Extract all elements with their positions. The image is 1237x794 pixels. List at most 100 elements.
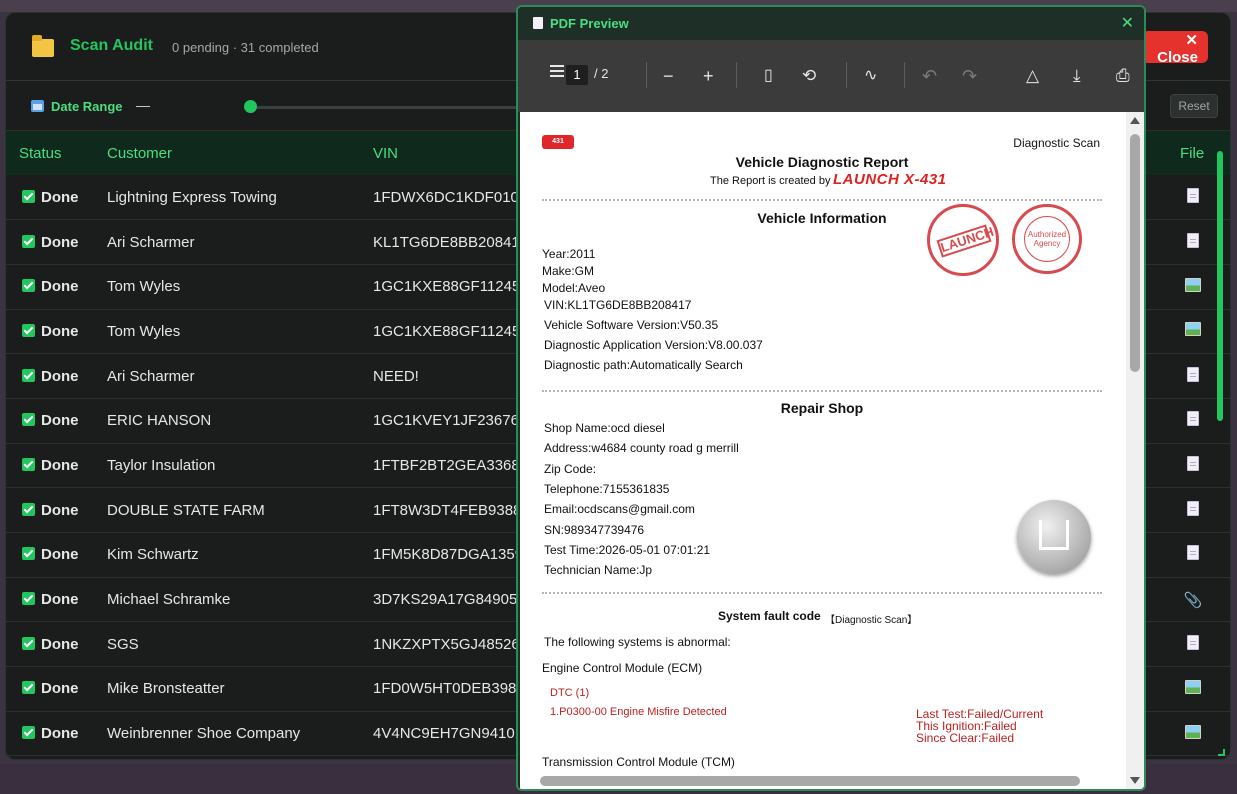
checkbox-checked-icon xyxy=(22,726,35,740)
rotate-icon[interactable]: ⟲ xyxy=(802,65,816,87)
checkbox-checked-icon xyxy=(22,413,35,427)
checkbox-checked-icon xyxy=(22,457,35,471)
doc-header-right: Diagnostic Scan xyxy=(1013,136,1100,150)
checkbox-checked-icon xyxy=(22,279,35,293)
document-file-icon[interactable] xyxy=(1187,634,1199,650)
file-cell[interactable] xyxy=(1150,666,1230,712)
status-text: Done xyxy=(41,635,79,653)
document-file-icon[interactable] xyxy=(1187,411,1199,427)
status-cell: Done xyxy=(6,621,94,668)
reset-button[interactable]: Reset xyxy=(1170,94,1218,118)
status-text: Done xyxy=(41,278,79,296)
status-text: Done xyxy=(41,591,79,609)
customer-cell: Tom Wyles xyxy=(94,309,360,355)
status-cell: Done xyxy=(6,398,94,444)
document-file-icon[interactable] xyxy=(1187,366,1199,382)
status-text: Done xyxy=(41,188,79,206)
zoom-in-icon[interactable]: + xyxy=(703,65,714,87)
download-icon[interactable]: ⤓ xyxy=(1073,65,1081,87)
document-icon xyxy=(533,17,543,29)
pdf-horizontal-scroll-thumb[interactable] xyxy=(540,776,1080,786)
document-file-icon[interactable] xyxy=(1187,187,1199,203)
dtc-since-clear: Since Clear:Failed xyxy=(916,731,1015,745)
status-text: Done xyxy=(41,680,79,698)
document-file-icon[interactable] xyxy=(1187,232,1199,248)
add-shape-icon[interactable]: △ xyxy=(1026,65,1039,87)
repair-shop-line: Test Time:2026-05-01 07:01:21 xyxy=(544,542,711,557)
fit-page-icon[interactable]: ▯ xyxy=(764,65,773,87)
status-text: Done xyxy=(41,322,79,340)
status-cell: Done xyxy=(6,443,94,489)
file-cell[interactable] xyxy=(1150,621,1230,668)
date-range-slider-track[interactable] xyxy=(249,106,524,109)
zoom-out-icon[interactable]: − xyxy=(663,65,674,87)
repair-shop-heading: Repair Shop xyxy=(780,400,864,416)
file-cell[interactable] xyxy=(1150,532,1230,578)
image-file-icon[interactable] xyxy=(1185,277,1201,292)
scroll-down-icon[interactable] xyxy=(1130,777,1140,784)
status-cell: Done xyxy=(6,487,94,533)
repair-shop-line: Shop Name:ocd diesel xyxy=(544,421,665,435)
draw-icon[interactable]: ∿ xyxy=(864,65,877,87)
document-file-icon[interactable] xyxy=(1187,455,1199,471)
repair-shop-line: Telephone:7155361835 xyxy=(544,481,670,496)
document-file-icon[interactable] xyxy=(1187,545,1199,561)
undo-icon[interactable]: ↶ xyxy=(922,65,937,87)
doc-created-by: The Report is created by xyxy=(710,175,831,187)
status-text: Done xyxy=(41,501,79,519)
menu-icon[interactable] xyxy=(550,70,564,72)
file-cell[interactable] xyxy=(1150,487,1230,533)
image-file-icon[interactable] xyxy=(1185,679,1201,694)
pdf-title-bar: PDF Preview ✕ xyxy=(518,7,1144,40)
page-total: / 2 xyxy=(594,66,609,81)
vehicle-info-line: Diagnostic Application Version:V8.00.037 xyxy=(544,338,763,352)
checkbox-checked-icon xyxy=(22,592,35,606)
pdf-vertical-scroll-thumb[interactable] xyxy=(1130,134,1140,372)
print-icon[interactable]: ⎙ xyxy=(1116,65,1130,87)
dotted-divider xyxy=(542,592,1102,594)
audit-scrollbar[interactable] xyxy=(1217,151,1223,421)
paperclip-icon[interactable]: 📎 xyxy=(1184,592,1203,609)
status-cell: Done xyxy=(6,264,94,310)
customer-cell: DOUBLE STATE FARM xyxy=(94,487,360,533)
status-cell: Done xyxy=(6,577,94,623)
scroll-up-icon[interactable] xyxy=(1130,117,1140,124)
pdf-page-view[interactable]: 431 Diagnostic Scan Vehicle Diagnostic R… xyxy=(520,112,1144,789)
vehicle-info-line: VIN:KL1TG6DE8BB208417 xyxy=(544,298,692,312)
document-file-icon[interactable] xyxy=(1187,500,1199,516)
folder-icon xyxy=(32,35,54,57)
column-header-customer[interactable]: Customer xyxy=(94,131,360,175)
vehicle-info-line: Year:2011 xyxy=(542,247,596,261)
repair-shop-home-icon xyxy=(1017,500,1091,574)
customer-cell: Ari Scharmer xyxy=(94,353,360,399)
resize-handle[interactable] xyxy=(1218,749,1225,756)
page-number-input[interactable]: 1 xyxy=(566,65,588,85)
pdf-vertical-scrollbar[interactable] xyxy=(1126,112,1144,789)
repair-shop-line: Address:w4684 county road g merrill xyxy=(544,441,739,456)
vehicle-info-line: Diagnostic path:Automatically Search xyxy=(544,358,743,372)
repair-shop-line: Technician Name:Jp xyxy=(544,563,653,578)
status-text: Done xyxy=(41,412,79,430)
calendar-icon xyxy=(31,100,44,112)
close-button[interactable]: ✕ Close xyxy=(1142,31,1208,66)
file-cell[interactable]: 📎 xyxy=(1150,577,1230,623)
date-range-slider-thumb[interactable] xyxy=(244,100,257,113)
customer-cell: Tom Wyles xyxy=(94,264,360,310)
status-cell: Done xyxy=(6,353,94,399)
image-file-icon[interactable] xyxy=(1185,724,1201,739)
status-text: Done xyxy=(41,725,79,743)
column-header-status[interactable]: Status xyxy=(6,131,94,175)
checkbox-checked-icon xyxy=(22,189,35,203)
tcm-label: Transmission Control Module (TCM) xyxy=(542,755,735,769)
redo-icon[interactable]: ↷ xyxy=(962,65,977,87)
customer-cell: Lightning Express Towing xyxy=(94,175,360,221)
customer-cell: Mike Bronsteatter xyxy=(94,666,360,712)
toolbar-divider xyxy=(846,62,847,88)
dotted-divider xyxy=(542,390,1102,392)
checkbox-checked-icon xyxy=(22,636,35,650)
vehicle-info-line: Vehicle Software Version:V50.35 xyxy=(544,318,719,332)
image-file-icon[interactable] xyxy=(1185,322,1201,337)
dtc-item: 1.P0300-00 Engine Misfire Detected xyxy=(550,706,727,718)
file-cell[interactable] xyxy=(1150,443,1230,489)
pdf-close-button[interactable]: ✕ xyxy=(1121,13,1134,33)
